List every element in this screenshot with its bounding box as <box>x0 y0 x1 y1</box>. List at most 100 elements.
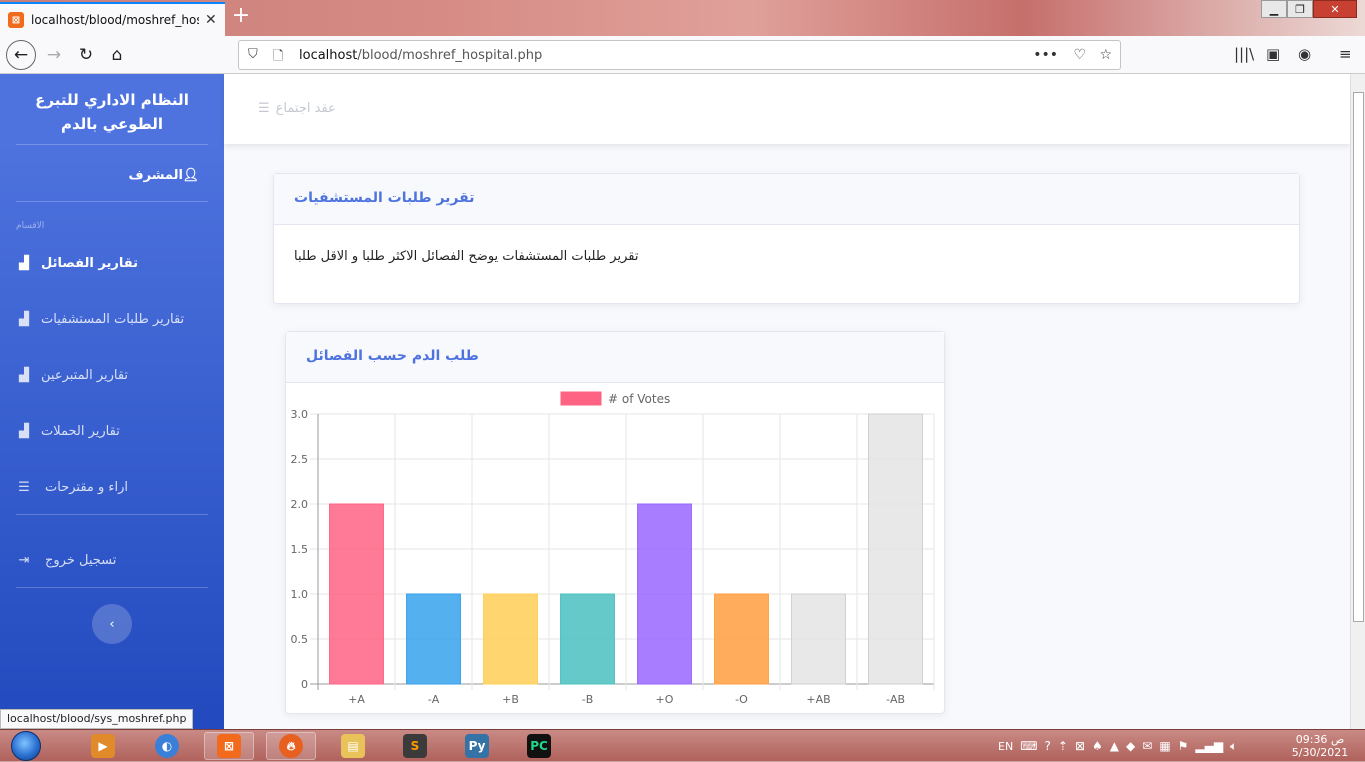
sidebar-item-feedback[interactable]: ☰ اراء و مقترحات <box>16 475 208 499</box>
x-tick-label: B- <box>582 693 594 706</box>
x-tick-label: B+ <box>502 693 519 706</box>
network-signal-icon[interactable]: ▂▄▆ <box>1195 739 1223 753</box>
browser-nav-bar: ← → ↻ ⌂ ⛉ 🗋 localhost/blood/moshref_hosp… <box>0 36 1365 74</box>
y-tick-label: 3.0 <box>291 408 309 421</box>
clock-date: 5/30/2021 <box>1291 746 1349 759</box>
area-chart-icon: ▟ <box>19 255 29 271</box>
close-window-button[interactable]: ✕ <box>1313 0 1357 18</box>
meeting-link-label: عقد اجتماع <box>275 101 336 116</box>
system-tray: EN ⌨ ? ⇡ ⊠ ♠ ▲ ◆ ✉ ▦ ⚑ ▂▄▆ 🔈︎ <box>998 730 1237 762</box>
tray-app-icon[interactable]: ▲ <box>1110 739 1119 753</box>
bar <box>868 413 923 685</box>
shield-icon[interactable]: ⛉ <box>248 47 258 62</box>
forward-button[interactable]: → <box>40 41 68 69</box>
sidebar-item-label: المشرف <box>128 167 183 183</box>
back-button[interactable]: ← <box>6 40 36 70</box>
area-chart-icon: ▟ <box>19 367 29 383</box>
sidebar-item-blood-types-reports[interactable]: ▟ تقارير الفصائل <box>16 251 208 275</box>
sidebar-item-admin[interactable]: المشرف 👤︎ <box>16 163 208 187</box>
scrollbar-thumb[interactable] <box>1353 92 1364 622</box>
divider <box>16 514 208 515</box>
bar-chart: # of Votes 0 0.5 1.0 1.5 2.0 2.5 3.0 A+ A- B+ B- O+ O… <box>291 391 935 706</box>
sidebar-item-label: تقارير الفصائل <box>41 255 138 271</box>
start-button[interactable] <box>4 730 48 762</box>
divider <box>16 144 208 145</box>
python-icon[interactable]: Py <box>452 732 502 760</box>
legend-swatch <box>560 391 602 406</box>
close-tab-icon[interactable]: ✕ <box>205 12 217 28</box>
sidebar-toggle-icon[interactable]: ▣ <box>1266 45 1280 63</box>
x-tick-label: O- <box>735 693 748 706</box>
tray-app-icon[interactable]: ▦ <box>1159 739 1170 753</box>
sidebar-item-donors-reports[interactable]: ▟ تقارير المتبرعين <box>16 363 208 387</box>
reload-button[interactable]: ↻ <box>72 41 100 69</box>
media-player-icon[interactable]: ▶ <box>78 732 128 760</box>
user-icon: 👤︎ <box>182 167 199 183</box>
meeting-link[interactable]: ☰ عقد اجتماع <box>258 101 336 116</box>
xampp-app-icon[interactable]: ⊠ <box>204 732 254 760</box>
window-controls: ▁ ❐ ✕ <box>1261 0 1357 18</box>
windows-logo-icon <box>11 731 41 761</box>
bar <box>329 503 384 685</box>
vertical-scrollbar[interactable] <box>1350 74 1365 729</box>
tray-app-icon[interactable]: ♠ <box>1092 739 1103 753</box>
more-actions-icon[interactable]: ••• <box>1033 47 1058 63</box>
y-tick-label: 0.5 <box>291 633 309 646</box>
clock[interactable]: 09:36 ص 5/30/2021 <box>1285 733 1355 759</box>
xampp-tray-icon[interactable]: ⊠ <box>1075 739 1085 753</box>
divider <box>16 587 208 588</box>
y-tick-label: 1.5 <box>291 543 309 556</box>
sidebar-item-logout[interactable]: ⇥ تسجيل خروج <box>16 548 208 572</box>
list-icon: ☰ <box>258 101 270 116</box>
sidebar-item-label: تقارير المتبرعين <box>41 367 129 383</box>
y-tick-label: 0 <box>301 678 308 691</box>
library-icon[interactable]: |||\ <box>1234 45 1254 63</box>
tray-app-icon[interactable]: ✉ <box>1142 739 1152 753</box>
divider <box>16 201 208 202</box>
xampp-icon: ⊠ <box>8 12 24 28</box>
status-url: localhost/blood/sys_moshref.php <box>0 709 194 729</box>
keyboard-icon[interactable]: ⌨ <box>1020 739 1037 753</box>
menu-icon[interactable]: ≡ <box>1339 45 1352 63</box>
sidebar-brand[interactable]: النظام الاداري للتبرع الطوعي بالدم <box>0 88 224 136</box>
sublime-text-icon[interactable]: S <box>390 732 440 760</box>
pocket-icon[interactable]: ♡ <box>1073 47 1086 63</box>
tray-app-icon[interactable]: ◆ <box>1126 739 1135 753</box>
report-card-title: تقرير طلبات المستشفيات <box>274 174 1299 225</box>
x-tick-label: A+ <box>348 693 365 706</box>
tray-arrow-icon[interactable]: ⇡ <box>1058 739 1068 753</box>
bar <box>714 593 769 685</box>
tab-title: localhost/blood/moshref_hospital.php <box>31 13 199 27</box>
chart-card-title: طلب الدم حسب الفصائل <box>286 332 944 383</box>
sidebar-toggle-button[interactable]: ‹ <box>92 604 132 644</box>
clock-time: 09:36 ص <box>1295 733 1345 746</box>
firefox-icon[interactable]: 🔥︎ <box>266 732 316 760</box>
sidebar-item-hospital-requests-reports[interactable]: ▟ تقارير طلبات المستشفيات <box>16 307 208 331</box>
y-tick-label: 2.0 <box>291 498 309 511</box>
language-indicator[interactable]: EN <box>998 740 1013 753</box>
account-icon[interactable]: ◉ <box>1298 45 1311 63</box>
new-tab-button[interactable]: + <box>230 5 252 28</box>
sidebar-item-label: اراء و مقترحات <box>45 479 129 495</box>
bar <box>560 593 615 685</box>
help-icon[interactable]: ? <box>1045 739 1051 753</box>
legend-label: # of Votes <box>608 392 670 406</box>
browser-tab[interactable]: ⊠ localhost/blood/moshref_hospital.php ✕ <box>0 2 225 36</box>
sidebar-item-label: تقارير الحملات <box>41 423 120 439</box>
browser-app-icon[interactable]: ◐ <box>142 732 192 760</box>
tray-app-icon[interactable]: ⚑ <box>1178 739 1189 753</box>
page-info-icon[interactable]: 🗋 <box>273 47 283 69</box>
url-bar[interactable]: ⛉ 🗋 localhost/blood/moshref_hospital.php… <box>238 40 1121 70</box>
bookmark-star-icon[interactable]: ☆ <box>1099 47 1112 63</box>
sidebar-item-campaigns-reports[interactable]: ▟ تقارير الحملات <box>16 419 208 443</box>
minimize-button[interactable]: ▁ <box>1261 0 1287 18</box>
home-button[interactable]: ⌂ <box>103 41 131 69</box>
maximize-button[interactable]: ❐ <box>1287 0 1313 18</box>
file-explorer-icon[interactable]: ▤ <box>328 732 378 760</box>
bar <box>483 593 538 685</box>
page-content: النظام الاداري للتبرع الطوعي بالدم المشر… <box>0 74 1350 729</box>
report-card-body: تقرير طلبات المستشفات يوضح الفصائل الاكث… <box>294 249 639 264</box>
bar <box>406 593 461 685</box>
pycharm-icon[interactable]: PC <box>514 732 564 760</box>
volume-icon[interactable]: 🔈︎ <box>1230 739 1237 754</box>
